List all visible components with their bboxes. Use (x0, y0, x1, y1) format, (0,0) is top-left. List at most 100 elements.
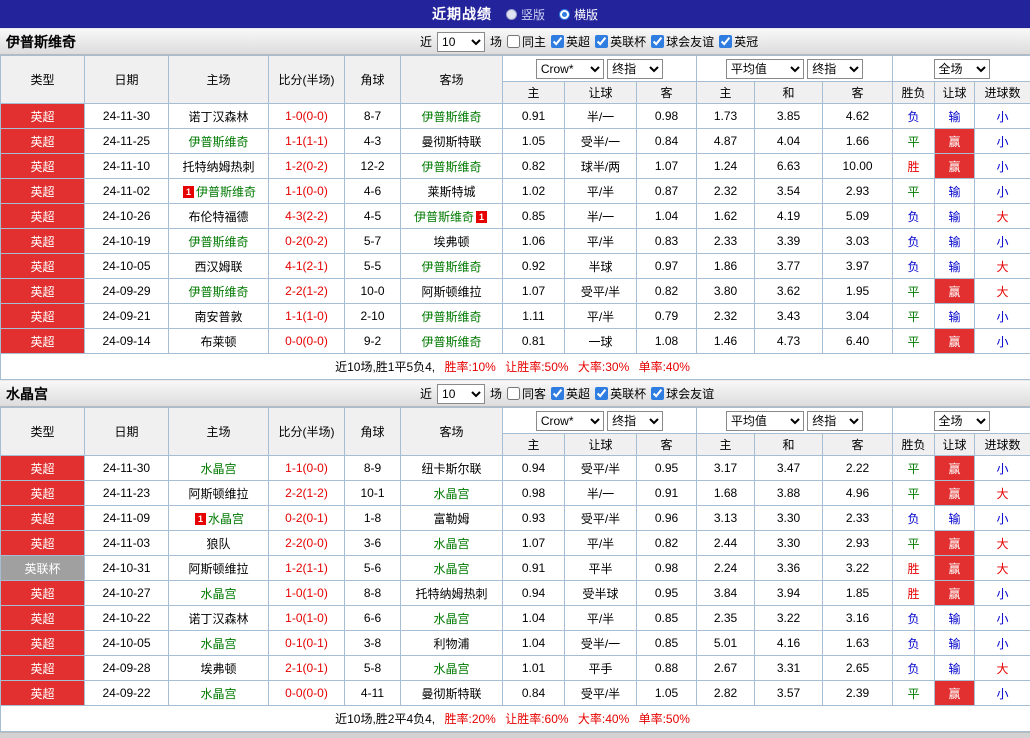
league-filter[interactable]: 英联杯 (595, 385, 646, 402)
home-team-name[interactable]: 伊普斯维奇 (188, 235, 248, 249)
home-team-name[interactable]: 水晶宫 (200, 462, 236, 476)
same-venue-filter[interactable]: 同主 (507, 33, 546, 50)
score: 0-2(0-2) (269, 229, 345, 254)
euro-draw-odds: 3.43 (755, 304, 823, 329)
asia-source-select[interactable]: Crow* (536, 59, 604, 79)
score: 2-2(0-0) (269, 531, 345, 556)
league-filter[interactable]: 英冠 (719, 33, 758, 50)
result-cell: 平 (893, 681, 935, 706)
league-checkbox[interactable] (651, 387, 664, 400)
away-team-name[interactable]: 莱斯特城 (427, 185, 475, 199)
away-team-name[interactable]: 伊普斯维奇 (421, 335, 481, 349)
asia-handicap: 受半/一 (565, 631, 637, 656)
league-filter[interactable]: 英联杯 (595, 33, 646, 50)
away-team-name[interactable]: 托特纳姆热刺 (415, 587, 487, 601)
league-checkbox[interactable] (595, 35, 608, 48)
handicap-result-cell: 输 (935, 179, 975, 204)
near-label: 近 (420, 33, 432, 50)
away-team-name[interactable]: 埃弗顿 (433, 235, 469, 249)
home-team-name[interactable]: 布伦特福德 (188, 210, 248, 224)
asia-away-odds: 0.98 (637, 104, 697, 129)
league-filter[interactable]: 英超 (551, 33, 590, 50)
handicap-result-cell: 赢 (935, 581, 975, 606)
away-team-name[interactable]: 利物浦 (433, 637, 469, 651)
score: 2-2(1-2) (269, 279, 345, 304)
scope-select[interactable]: 全场 (934, 411, 990, 431)
away-team-name[interactable]: 水晶宫 (433, 537, 469, 551)
home-team-name[interactable]: 阿斯顿维拉 (188, 487, 248, 501)
handicap-result-cell: 输 (935, 304, 975, 329)
away-team-name[interactable]: 伊普斯维奇 (414, 210, 474, 224)
euro-draw-odds: 3.54 (755, 179, 823, 204)
away-team-cell: 阿斯顿维拉 (401, 279, 503, 304)
home-team-name[interactable]: 狼队 (206, 537, 230, 551)
handicap-result-cell: 输 (935, 506, 975, 531)
asia-type-select[interactable]: 终指 (607, 59, 663, 79)
away-team-name[interactable]: 曼彻斯特联 (421, 687, 481, 701)
home-team-cell: 埃弗顿 (169, 656, 269, 681)
league-checkbox[interactable] (551, 387, 564, 400)
euro-type-select[interactable]: 终指 (807, 59, 863, 79)
home-team-name[interactable]: 水晶宫 (200, 587, 236, 601)
away-team-name[interactable]: 水晶宫 (433, 487, 469, 501)
score: 0-1(0-1) (269, 631, 345, 656)
league-label: 英联杯 (610, 385, 646, 402)
euro-type-select[interactable]: 终指 (807, 411, 863, 431)
home-team-name[interactable]: 伊普斯维奇 (188, 285, 248, 299)
home-team-name[interactable]: 布莱顿 (200, 335, 236, 349)
league-filter[interactable]: 英超 (551, 385, 590, 402)
same-venue-filter[interactable]: 同客 (507, 385, 546, 402)
home-team-cell: 水晶宫 (169, 581, 269, 606)
league-checkbox[interactable] (719, 35, 732, 48)
euro-source-select[interactable]: 平均值 (726, 411, 804, 431)
away-team-name[interactable]: 伊普斯维奇 (421, 160, 481, 174)
home-team-name[interactable]: 伊普斯维奇 (188, 135, 248, 149)
league-checkbox[interactable] (651, 35, 664, 48)
home-team-name[interactable]: 南安普敦 (194, 310, 242, 324)
away-team-name[interactable]: 纽卡斯尔联 (421, 462, 481, 476)
asia-away-odds: 0.84 (637, 129, 697, 154)
layout-radio-horizontal[interactable]: 横版 (559, 6, 598, 23)
euro-source-select[interactable]: 平均值 (726, 59, 804, 79)
home-team-name[interactable]: 诺丁汉森林 (188, 612, 248, 626)
away-team-name[interactable]: 富勒姆 (433, 512, 469, 526)
scope-select[interactable]: 全场 (934, 59, 990, 79)
away-team-name[interactable]: 伊普斯维奇 (421, 110, 481, 124)
away-team-name[interactable]: 伊普斯维奇 (421, 310, 481, 324)
away-team-name[interactable]: 水晶宫 (433, 612, 469, 626)
home-team-name[interactable]: 阿斯顿维拉 (188, 562, 248, 576)
asia-home-odds: 0.92 (503, 254, 565, 279)
recent-count-select[interactable]: 10 (437, 384, 485, 404)
away-team-name[interactable]: 水晶宫 (433, 562, 469, 576)
home-team-name[interactable]: 水晶宫 (200, 637, 236, 651)
asia-away-odds: 0.83 (637, 229, 697, 254)
home-team-name[interactable]: 伊普斯维奇 (196, 185, 256, 199)
recent-count-select[interactable]: 10 (437, 32, 485, 52)
home-team-name[interactable]: 诺丁汉森林 (188, 110, 248, 124)
same-venue-checkbox[interactable] (507, 35, 520, 48)
asia-handicap: 一球 (565, 329, 637, 354)
league-filter[interactable]: 球会友谊 (651, 33, 714, 50)
corner-count: 4-6 (345, 179, 401, 204)
league-badge: 英超 (1, 506, 85, 531)
asia-type-select[interactable]: 终指 (607, 411, 663, 431)
asia-source-select[interactable]: Crow* (536, 411, 604, 431)
score: 1-0(0-0) (269, 104, 345, 129)
home-team-name[interactable]: 西汉姆联 (194, 260, 242, 274)
league-checkbox[interactable] (551, 35, 564, 48)
league-filter[interactable]: 球会友谊 (651, 385, 714, 402)
asia-home-odds: 1.04 (503, 606, 565, 631)
layout-radio-vertical[interactable]: 竖版 (506, 6, 545, 23)
away-team-name[interactable]: 曼彻斯特联 (421, 135, 481, 149)
away-team-name[interactable]: 阿斯顿维拉 (421, 285, 481, 299)
summary-handicap-rate: 让胜率:60% (505, 712, 568, 726)
home-team-name[interactable]: 水晶宫 (200, 687, 236, 701)
home-team-name[interactable]: 埃弗顿 (200, 662, 236, 676)
home-team-name[interactable]: 托特纳姆热刺 (182, 160, 254, 174)
same-venue-checkbox[interactable] (507, 387, 520, 400)
home-team-name[interactable]: 水晶宫 (208, 512, 244, 526)
league-checkbox[interactable] (595, 387, 608, 400)
away-team-name[interactable]: 水晶宫 (433, 662, 469, 676)
corner-count: 4-3 (345, 129, 401, 154)
away-team-name[interactable]: 伊普斯维奇 (421, 260, 481, 274)
